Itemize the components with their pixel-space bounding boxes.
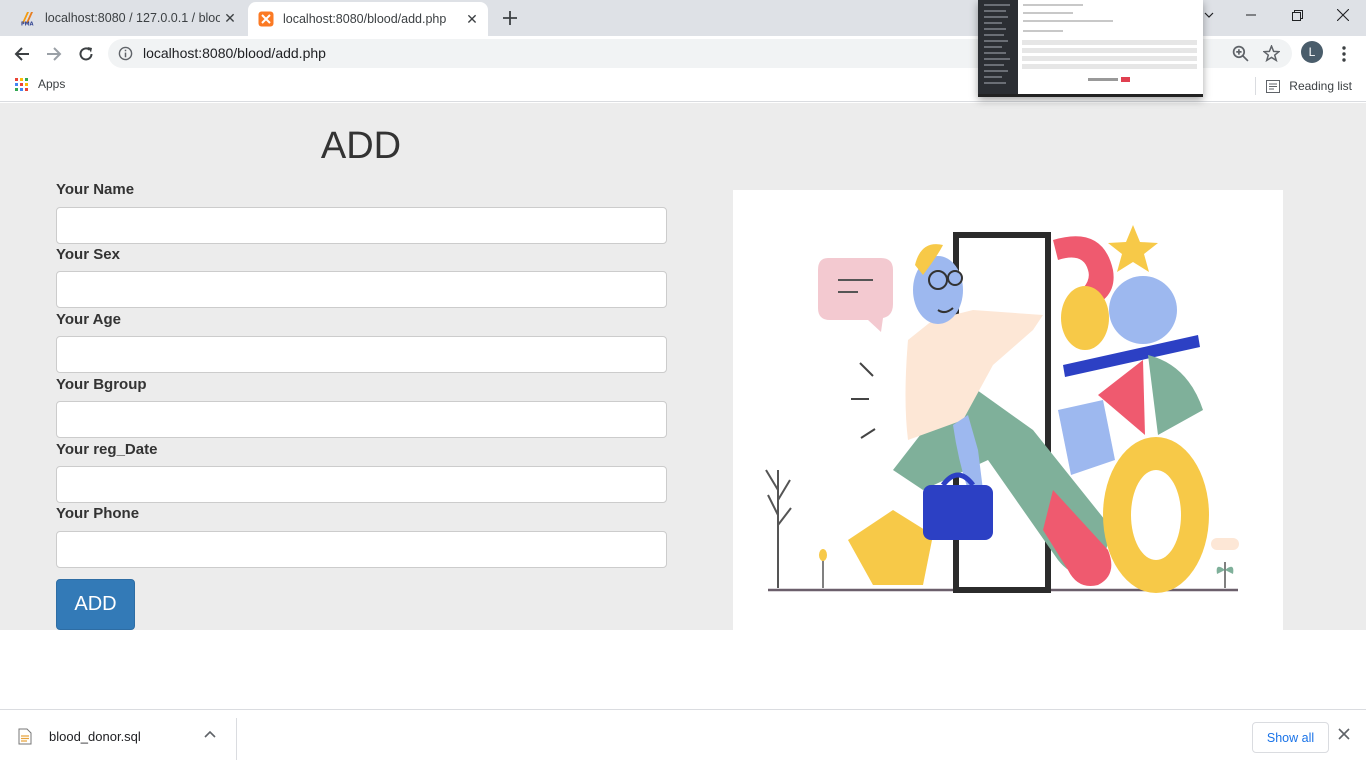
apps-grid-icon (15, 77, 28, 91)
file-icon (18, 728, 32, 745)
forward-button[interactable] (40, 40, 68, 68)
xampp-icon (258, 11, 274, 27)
close-icon (1337, 9, 1349, 21)
name-label: Your Name (56, 181, 135, 198)
new-tab-button[interactable] (498, 6, 522, 30)
reg-date-input[interactable] (56, 466, 667, 503)
phone-label: Your Phone (56, 505, 140, 522)
url-text: localhost:8080/blood/add.php (143, 45, 326, 61)
person-with-door-illustration (765, 225, 1239, 593)
chevron-up-icon[interactable] (204, 730, 216, 738)
back-button[interactable] (8, 40, 36, 68)
age-label: Your Age (56, 311, 122, 328)
minimize-icon (1246, 14, 1256, 16)
more-vert-icon (1342, 46, 1346, 62)
add-button[interactable]: ADD (56, 579, 135, 630)
reload-icon (79, 47, 93, 61)
divider (236, 718, 237, 760)
menu-button[interactable] (1330, 40, 1358, 68)
minimize-button[interactable] (1228, 0, 1274, 30)
reg-date-label: Your reg_Date (56, 441, 158, 458)
bgroup-label: Your Bgroup (56, 376, 147, 393)
age-input[interactable] (56, 336, 667, 373)
arrow-left-icon (14, 47, 29, 61)
restore-icon (1291, 9, 1303, 21)
download-item[interactable]: blood_donor.sql (18, 728, 141, 745)
page-title: ADD (320, 125, 402, 167)
show-all-button[interactable]: Show all (1252, 722, 1329, 753)
page-content: ADD Your Name Your Sex Your Age Your Bgr… (0, 103, 1366, 630)
download-file-name: blood_donor.sql (49, 729, 141, 744)
reading-list-button[interactable]: Reading list (1255, 77, 1352, 95)
sex-input[interactable] (56, 271, 667, 308)
phone-input[interactable] (56, 531, 667, 568)
preview-image (978, 0, 1197, 94)
tab-title: localhost:8080 / 127.0.0.1 / blood (45, 11, 220, 25)
reading-list-icon (1266, 79, 1281, 93)
close-tab-icon[interactable]: ✕ (462, 9, 482, 29)
info-icon[interactable] (118, 46, 133, 61)
restore-button[interactable] (1274, 0, 1320, 30)
apps-shortcut[interactable]: Apps (15, 77, 65, 91)
tab-phpmyadmin[interactable]: PMA localhost:8080 / 127.0.0.1 / blood ✕ (10, 0, 246, 36)
reading-list-label: Reading list (1289, 79, 1352, 93)
close-window-button[interactable] (1320, 0, 1366, 30)
sex-label: Your Sex (56, 246, 120, 263)
divider (1255, 77, 1257, 95)
phpmyadmin-icon: PMA (21, 12, 34, 27)
profile-avatar[interactable]: L (1301, 41, 1323, 63)
arrow-right-icon (47, 47, 62, 61)
close-icon[interactable] (1338, 728, 1350, 740)
bgroup-input[interactable] (56, 401, 667, 438)
tab-title: localhost:8080/blood/add.php (283, 12, 447, 26)
close-tab-icon[interactable]: ✕ (220, 8, 240, 28)
svg-text:PMA: PMA (21, 22, 34, 27)
tab-add-php[interactable]: localhost:8080/blood/add.php ✕ (248, 2, 488, 36)
apps-label: Apps (38, 77, 66, 91)
plus-icon (503, 11, 517, 25)
reload-button[interactable] (72, 40, 100, 68)
window-preview-thumbnail[interactable] (978, 0, 1203, 97)
name-input[interactable] (56, 207, 667, 244)
illustration (733, 190, 1283, 630)
chevron-down-icon (1204, 12, 1214, 18)
bookmark-star-icon[interactable] (1263, 45, 1280, 62)
download-shelf: blood_donor.sql Show all (0, 709, 1366, 768)
zoom-icon[interactable] (1232, 45, 1249, 62)
